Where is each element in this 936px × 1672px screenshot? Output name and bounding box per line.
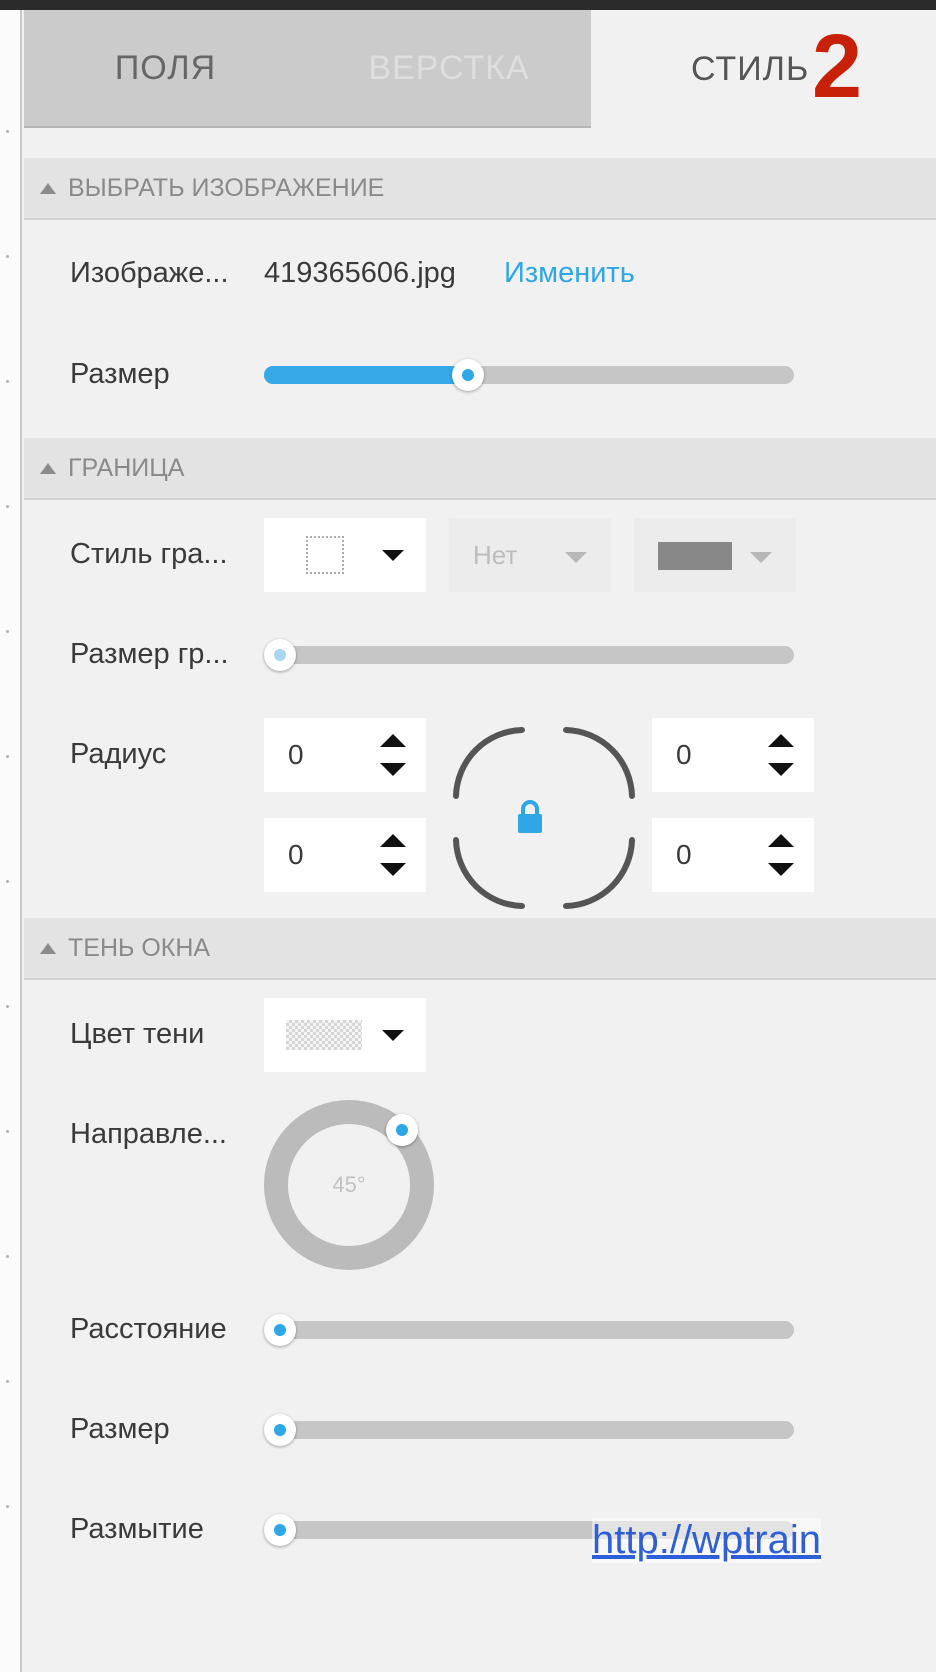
border-type-value: Нет <box>473 540 518 570</box>
ruler-dot <box>6 1380 9 1383</box>
slider-fill <box>264 366 469 384</box>
shadow-distance-label: Расстояние <box>70 1313 227 1345</box>
ruler-dot <box>6 880 9 883</box>
tab-layout[interactable]: ВЕРСТКА <box>307 10 591 128</box>
radius-bottom-left-stepper[interactable]: 0 <box>264 818 426 892</box>
stepper-value: 0 <box>676 839 692 870</box>
up-down-arrows-icon[interactable] <box>380 834 406 876</box>
style-panel: ПОЛЯ ВЕРСТКА СТИЛЬ 2 ВЫБРАТЬ ИЗОБРАЖЕНИЕ… <box>24 10 936 1672</box>
tab-fields[interactable]: ПОЛЯ <box>24 10 307 128</box>
border-type-dropdown[interactable]: Нет <box>449 518 611 592</box>
section-header-image[interactable]: ВЫБРАТЬ ИЗОБРАЖЕНИЕ <box>24 158 936 220</box>
ruler-dot <box>6 505 9 508</box>
ruler-dot <box>6 255 9 258</box>
image-filename: 419365606.jpg <box>264 257 456 289</box>
top-bar <box>0 0 936 10</box>
slider-handle[interactable] <box>264 639 296 671</box>
section-header-border[interactable]: ГРАНИЦА <box>24 438 936 500</box>
ruler-dot <box>6 130 9 133</box>
border-color-swatch <box>658 542 732 570</box>
collapse-caret-icon <box>40 182 56 194</box>
shadow-color-label: Цвет тени <box>70 1018 205 1050</box>
up-down-arrows-icon[interactable] <box>380 734 406 776</box>
ruler-dot <box>6 755 9 758</box>
ruler-dot <box>6 380 9 383</box>
slider-handle[interactable] <box>264 1314 296 1346</box>
border-size-label: Размер гр... <box>70 638 229 670</box>
border-color-dropdown[interactable] <box>634 518 796 592</box>
radius-top-right-stepper[interactable]: 0 <box>652 718 814 792</box>
corner-radius-icon <box>453 727 635 909</box>
shadow-size-slider[interactable] <box>264 1414 794 1446</box>
section-title: ТЕНЬ ОКНА <box>68 933 211 962</box>
slider-handle[interactable] <box>264 1514 296 1546</box>
ruler-dot <box>6 1005 9 1008</box>
border-style-dropdown[interactable] <box>264 518 426 592</box>
ruler-dot <box>6 1255 9 1258</box>
ruler-dot <box>6 1505 9 1508</box>
image-size-slider[interactable] <box>264 359 794 391</box>
direction-value: 45° <box>332 1172 366 1197</box>
up-down-arrows-icon[interactable] <box>768 834 794 876</box>
chevron-down-icon <box>382 550 404 561</box>
change-image-link[interactable]: Изменить <box>504 257 635 290</box>
shadow-blur-label: Размытие <box>70 1513 204 1545</box>
lock-icon[interactable] <box>516 799 544 835</box>
image-size-label: Размер <box>70 358 170 390</box>
left-edge-strip <box>0 10 22 1672</box>
watermark-link[interactable]: http://wptrain <box>592 1518 822 1563</box>
chevron-down-icon <box>565 552 587 563</box>
up-down-arrows-icon[interactable] <box>768 734 794 776</box>
section-header-shadow[interactable]: ТЕНЬ ОКНА <box>24 918 936 980</box>
transparent-swatch-icon <box>286 1020 362 1050</box>
shadow-distance-slider[interactable] <box>264 1314 794 1346</box>
annotation-number: 2 <box>812 17 863 117</box>
chevron-down-icon <box>750 552 772 563</box>
collapse-caret-icon <box>40 942 56 954</box>
tab-style[interactable]: СТИЛЬ <box>591 10 936 128</box>
radius-top-left-stepper[interactable]: 0 <box>264 718 426 792</box>
ruler-dot <box>6 630 9 633</box>
shadow-color-dropdown[interactable] <box>264 998 426 1072</box>
dial-handle[interactable] <box>386 1114 418 1146</box>
stepper-value: 0 <box>288 839 304 870</box>
stepper-value: 0 <box>676 739 692 770</box>
border-size-slider[interactable] <box>264 639 794 671</box>
dotted-border-icon <box>306 536 344 574</box>
section-title: ГРАНИЦА <box>68 453 185 482</box>
border-style-label: Стиль гра... <box>70 538 228 570</box>
chevron-down-icon <box>382 1030 404 1041</box>
radius-label: Радиус <box>70 738 167 770</box>
radius-bottom-right-stepper[interactable]: 0 <box>652 818 814 892</box>
ruler-dot <box>6 1130 9 1133</box>
section-title: ВЫБРАТЬ ИЗОБРАЖЕНИЕ <box>68 173 385 202</box>
shadow-direction-label: Направле... <box>70 1118 227 1150</box>
collapse-caret-icon <box>40 462 56 474</box>
image-label: Изображе... <box>70 257 229 289</box>
shadow-size-label: Размер <box>70 1413 170 1445</box>
slider-handle[interactable] <box>452 359 485 391</box>
slider-handle[interactable] <box>264 1414 296 1446</box>
stepper-value: 0 <box>288 739 304 770</box>
